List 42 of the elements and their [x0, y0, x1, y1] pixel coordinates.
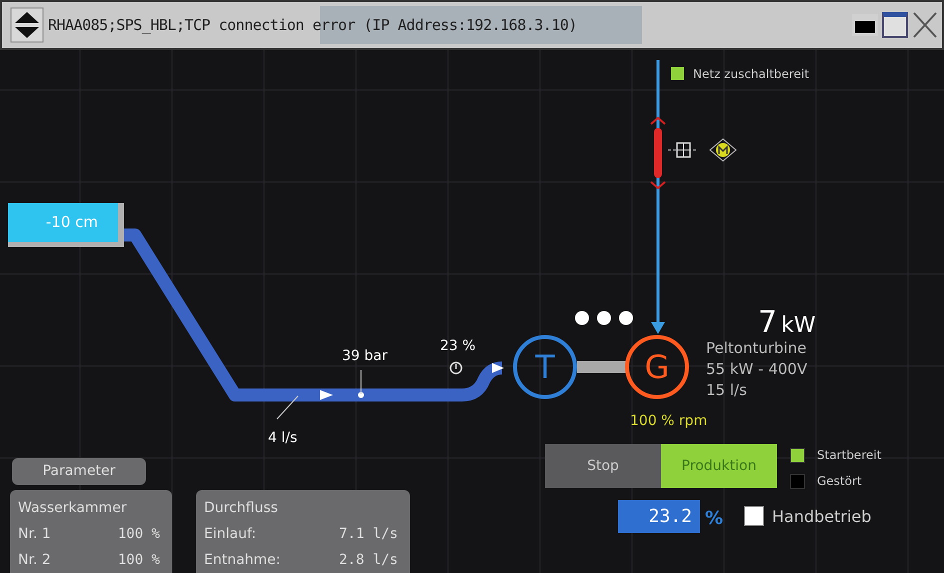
generator-speed: 100 % rpm: [630, 412, 708, 431]
power-unit: kW: [781, 312, 816, 340]
row-label: Nr. 1: [18, 525, 51, 544]
indicator-label: Startbereit: [817, 447, 882, 464]
valve-icon: [449, 361, 463, 375]
row-value: 7.1 l/s: [338, 525, 398, 544]
minimize-icon[interactable]: [852, 14, 878, 36]
indicator-label: Gestört: [817, 473, 862, 490]
setpoint-field[interactable]: 23.2: [618, 500, 700, 533]
row-label: Einlauf:: [204, 525, 256, 544]
row-label: Entnahme:: [204, 551, 281, 570]
parameter-button[interactable]: Parameter: [12, 458, 146, 485]
panel-title: Wasserkammer: [18, 499, 128, 518]
manual-checkbox[interactable]: [744, 506, 764, 526]
row-value: 100 %: [118, 551, 160, 570]
shaft-bar: [577, 361, 627, 373]
turbine-symbol: T: [513, 335, 577, 399]
pressure-reading: 39 bar: [342, 347, 388, 366]
flow-reading: 4 l/s: [268, 429, 298, 448]
dots-icon[interactable]: [573, 310, 635, 326]
leader-line: [360, 370, 362, 394]
sort-icon[interactable]: [10, 7, 44, 43]
mode-button[interactable]: Produktion: [661, 444, 777, 488]
manual-label: Handbetrieb: [772, 506, 872, 528]
tank-level-display: -10 cm: [8, 203, 124, 247]
close-icon[interactable]: [912, 11, 938, 39]
switch-box-icon: [668, 141, 698, 159]
row-label: Nr. 2: [18, 551, 51, 570]
spec-text: 55 kW - 400V: [706, 359, 808, 380]
row-value: 2.8 l/s: [338, 551, 398, 570]
setpoint-unit: %: [705, 507, 724, 531]
leader-line: [276, 395, 300, 421]
breaker-icon: [648, 116, 668, 190]
grid-status-label: Netz zuschaltbereit: [693, 66, 810, 83]
row-value: 100 %: [118, 525, 160, 544]
window-title: RHAA085;SPS_HBL;TCP connection error (IP Address:192.168.3.10): [48, 14, 577, 36]
spec-text: 15 l/s: [706, 380, 748, 401]
maximize-icon[interactable]: [882, 12, 908, 38]
panel-title: Durchfluss: [204, 499, 279, 518]
generator-symbol: G: [625, 335, 689, 399]
mode-button[interactable]: Stop: [545, 444, 661, 488]
valve-opening-reading: 23 %: [440, 337, 476, 356]
